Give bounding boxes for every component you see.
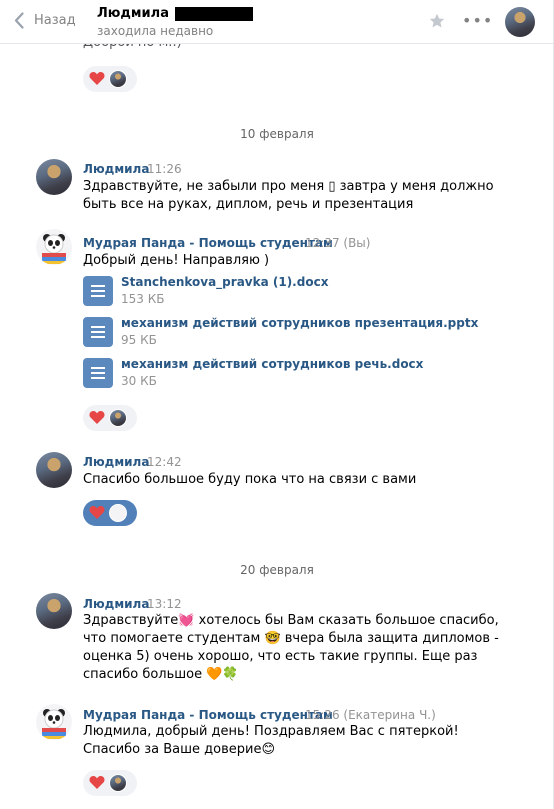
document-name[interactable]: механизм действий сотрудников презентаци…	[121, 316, 478, 331]
contact-status: заходила недавно	[97, 24, 214, 38]
document-size: 95 КБ	[121, 333, 157, 347]
document-attachment[interactable]: Stanchenkova_pravka (1).docx 153 КБ	[83, 275, 483, 309]
document-icon	[83, 276, 113, 306]
message-text: Добрый день! Направляю )	[83, 253, 270, 268]
message-time[interactable]: 12:37 (Вы)	[305, 236, 370, 250]
message-text: Здравствуйте💓 хотелось бы Вам сказать бо…	[83, 613, 499, 682]
document-name[interactable]: механизм действий сотрудников речь.docx	[121, 357, 423, 372]
avatar[interactable]	[36, 452, 72, 488]
panda-icon	[42, 234, 66, 264]
heart-icon	[89, 504, 105, 523]
message-text: Людмила, добрый день! Поздравляем Вас с …	[83, 724, 459, 757]
redacted-surname	[174, 6, 253, 21]
document-icon	[83, 317, 113, 347]
back-button[interactable]: Назад	[14, 12, 76, 29]
message-author[interactable]: Людмила	[83, 455, 149, 469]
sparkling-heart-icon: 💓	[178, 613, 195, 628]
date-separator: 10 февраля	[240, 127, 314, 141]
reaction-avatar	[109, 504, 127, 522]
message-author[interactable]: Мудрая Панда - Помощь студентам	[83, 236, 333, 250]
contact-avatar[interactable]	[505, 7, 535, 37]
panda-avatar[interactable]	[36, 229, 72, 265]
reaction-badge-active[interactable]	[83, 500, 137, 526]
heart-icon	[89, 409, 105, 428]
heart-icon	[89, 70, 105, 89]
document-size: 30 КБ	[121, 374, 157, 388]
contact-info[interactable]: Людмила заходила недавно	[97, 6, 253, 38]
message-time[interactable]: 15:26 (Екатерина Ч.)	[305, 708, 436, 722]
reaction-avatar	[109, 70, 127, 88]
document-icon	[83, 358, 113, 388]
panda-icon	[42, 709, 66, 739]
chevron-left-icon	[14, 12, 24, 29]
date-separator: 20 февраля	[240, 563, 314, 577]
document-attachment[interactable]: механизм действий сотрудников речь.docx …	[83, 357, 483, 391]
avatar[interactable]	[36, 159, 72, 195]
document-name[interactable]: Stanchenkova_pravka (1).docx	[121, 275, 328, 290]
smiling-face-icon: 😊	[261, 742, 276, 757]
panda-avatar[interactable]	[36, 704, 72, 740]
nerd-face-icon: 🤓	[264, 631, 281, 646]
orange-heart-icon: 🧡	[206, 667, 223, 682]
message-text: Спасибо большое буду пока что на связи с…	[83, 472, 417, 487]
message-time[interactable]: 11:26	[147, 162, 182, 176]
more-options-icon[interactable]: •••	[462, 12, 493, 30]
reaction-badge[interactable]	[83, 405, 137, 431]
document-attachment[interactable]: механизм действий сотрудников презентаци…	[83, 316, 483, 350]
message-author[interactable]: Людмила	[83, 597, 149, 611]
message-time[interactable]: 12:42	[147, 455, 182, 469]
message-text: Здравствуйте, не забыли про меня ▯ завтр…	[83, 179, 494, 212]
chat-header: Назад Людмила заходила недавно •••	[0, 0, 553, 44]
contact-name[interactable]: Людмила	[97, 6, 169, 21]
document-size: 153 КБ	[121, 292, 165, 306]
star-icon[interactable]	[428, 12, 446, 34]
message-author[interactable]: Людмила	[83, 162, 149, 176]
message-time[interactable]: 13:12	[147, 597, 182, 611]
back-label: Назад	[34, 13, 76, 28]
reaction-avatar	[109, 409, 127, 427]
reaction-badge[interactable]	[83, 66, 137, 92]
heart-icon	[89, 774, 105, 793]
reaction-avatar	[109, 774, 127, 792]
reaction-badge[interactable]	[83, 770, 137, 796]
message-author[interactable]: Мудрая Панда - Помощь студентам	[83, 708, 333, 722]
clover-icon: 🍀	[222, 667, 239, 682]
avatar[interactable]	[36, 593, 72, 629]
